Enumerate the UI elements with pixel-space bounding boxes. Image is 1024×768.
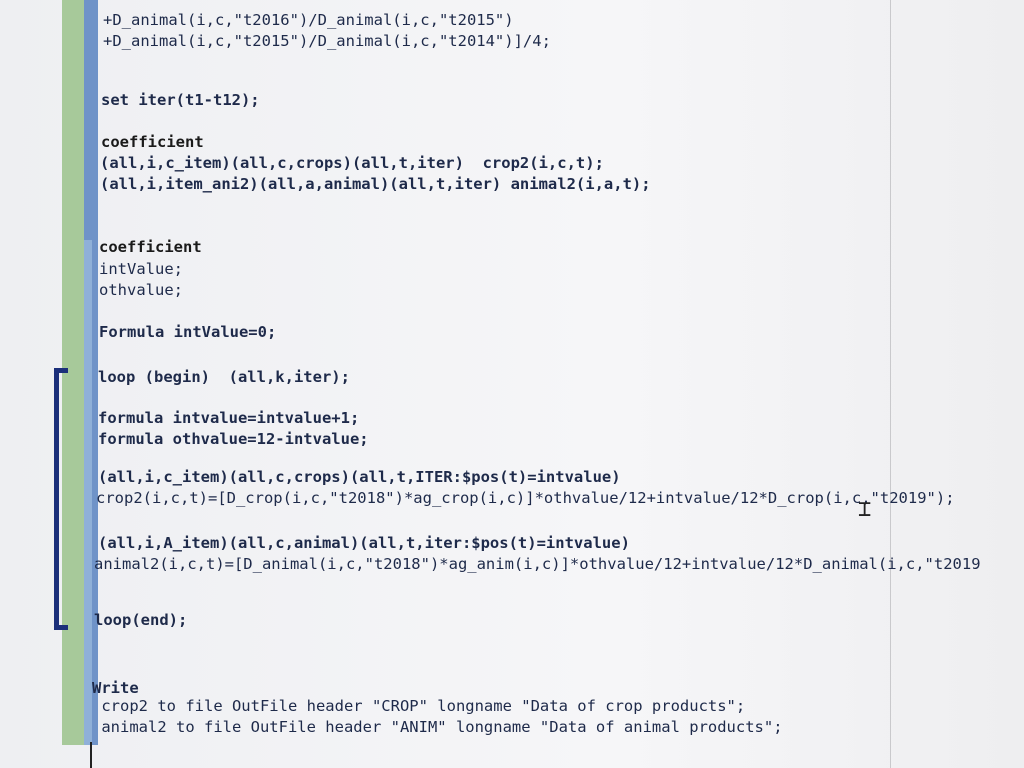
code-line[interactable]: loop(end); — [94, 611, 187, 629]
code-line[interactable]: (all,i,item_ani2)(all,a,animal)(all,t,it… — [100, 175, 651, 193]
loop-block-bracket — [54, 368, 68, 630]
code-line[interactable]: formula intvalue=intvalue+1; — [98, 409, 359, 427]
code-line[interactable]: loop (begin) (all,k,iter); — [98, 368, 350, 386]
code-line[interactable]: crop2(i,c,t)=[D_crop(i,c,"t2018")*ag_cro… — [96, 489, 955, 507]
code-line[interactable]: intValue; — [99, 260, 183, 278]
code-line[interactable]: (all,i,A_item)(all,c,animal)(all,t,iter:… — [98, 534, 630, 552]
code-line[interactable]: othvalue; — [99, 281, 183, 299]
code-line[interactable]: crop2 to file OutFile header "CROP" long… — [92, 697, 745, 715]
code-line[interactable]: (all,i,c_item)(all,c,crops)(all,t,iter) … — [100, 154, 604, 172]
code-line[interactable]: Formula intValue=0; — [99, 323, 276, 341]
code-line[interactable]: +D_animal(i,c,"t2016")/D_animal(i,c,"t20… — [103, 11, 514, 29]
code-text-area[interactable]: +D_animal(i,c,"t2016")/D_animal(i,c,"t20… — [92, 0, 1024, 768]
code-line[interactable]: coefficient — [99, 238, 202, 256]
code-line[interactable]: +D_animal(i,c,"t2015")/D_animal(i,c,"t20… — [103, 32, 551, 50]
code-line[interactable]: (all,i,c_item)(all,c,crops)(all,t,ITER:$… — [98, 468, 621, 486]
code-line[interactable]: coefficient — [101, 133, 204, 151]
code-line[interactable]: animal2 to file OutFile header "ANIM" lo… — [92, 718, 782, 736]
code-editor-screen: +D_animal(i,c,"t2016")/D_animal(i,c,"t20… — [0, 0, 1024, 768]
text-cursor-icon: ⌶ — [858, 497, 872, 522]
code-line[interactable]: formula othvalue=12-intvalue; — [98, 430, 369, 448]
code-line[interactable]: animal2(i,c,t)=[D_animal(i,c,"t2018")*ag… — [94, 555, 981, 573]
code-line[interactable]: set iter(t1-t12); — [101, 91, 260, 109]
text-caret — [90, 742, 92, 768]
code-line[interactable]: Write — [92, 679, 139, 697]
gutter-margin-lower — [84, 240, 92, 745]
